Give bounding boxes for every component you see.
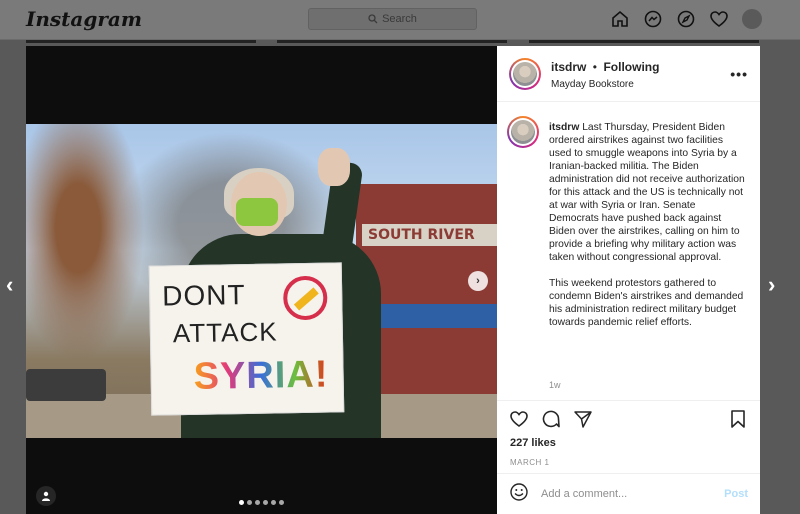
caption-text: itsdrw Last Thursday, President Biden or… [549, 121, 746, 342]
sign-line-2: ATTACK [172, 316, 278, 349]
post-location[interactable]: Mayday Bookstore [551, 79, 659, 90]
next-post-arrow-icon[interactable]: › [768, 272, 775, 298]
comment-input[interactable] [541, 488, 725, 500]
caption-paragraph-2: This weekend protestors gathered to cond… [549, 278, 744, 328]
post-photo: SOUTH RIVER DONT ATTACK SYRIA! [26, 124, 497, 438]
face-mask [236, 198, 278, 226]
home-icon[interactable] [610, 9, 630, 29]
share-icon[interactable] [573, 409, 593, 434]
messenger-icon[interactable] [643, 9, 663, 29]
caption-paragraph-1: Last Thursday, President Biden ordered a… [549, 122, 745, 263]
author-username[interactable]: itsdrw [551, 60, 586, 74]
heart-icon[interactable] [709, 9, 729, 29]
next-image-arrow-icon[interactable]: › [468, 271, 488, 291]
like-count[interactable]: 227 likes [510, 437, 556, 449]
profile-avatar[interactable] [742, 9, 762, 29]
emoji-icon[interactable] [509, 482, 529, 507]
post-comment-button[interactable]: Post [724, 488, 748, 500]
search-box[interactable]: Search [308, 8, 477, 30]
carousel-dot [271, 500, 276, 505]
like-heart-icon[interactable] [509, 409, 529, 434]
carousel-dot [279, 500, 284, 505]
carousel-dot [239, 500, 244, 505]
following-button[interactable]: Following [603, 60, 659, 74]
instagram-logo[interactable]: Instagram [26, 7, 142, 31]
post-date: MARCH 1 [510, 458, 550, 467]
raised-hand [318, 148, 350, 186]
caption: itsdrw Last Thursday, President Biden or… [507, 116, 750, 396]
previous-post-arrow-icon[interactable]: ‹ [6, 272, 13, 298]
carousel-dot [263, 500, 268, 505]
carousel-dot [247, 500, 252, 505]
post-side-panel: itsdrw • Following Mayday Bookstore ••• … [497, 46, 760, 514]
tree [26, 124, 156, 384]
nav-icons [610, 9, 762, 29]
more-options-icon[interactable]: ••• [730, 66, 748, 82]
building-sign: SOUTH RIVER [362, 224, 497, 246]
caption-avatar[interactable] [507, 116, 539, 148]
carousel-dot [255, 500, 260, 505]
comment-icon[interactable] [541, 409, 561, 434]
carousel-dots [239, 500, 284, 505]
author-avatar[interactable] [509, 57, 541, 90]
post-header: itsdrw • Following Mayday Bookstore ••• [497, 46, 760, 102]
post-media: SOUTH RIVER DONT ATTACK SYRIA! [26, 46, 497, 514]
separator-dot: • [592, 59, 597, 74]
feed-background [0, 40, 800, 43]
caption-username[interactable]: itsdrw [549, 122, 579, 133]
sign-line-3: SYRIA! [193, 353, 329, 398]
caption-age: 1w [549, 380, 561, 390]
search-placeholder: Search [382, 13, 417, 25]
search-icon [368, 14, 378, 24]
avatar [742, 9, 762, 29]
top-nav: Instagram Search [0, 0, 800, 40]
comment-bar: Post [497, 473, 760, 514]
tagged-user-icon[interactable] [36, 486, 56, 506]
protest-sign: DONT ATTACK SYRIA! [148, 262, 345, 416]
explore-icon[interactable] [676, 9, 696, 29]
no-bomb-icon [282, 275, 328, 321]
truck [26, 369, 106, 401]
save-bookmark-icon[interactable] [728, 409, 748, 434]
sign-line-1: DONT [161, 279, 246, 312]
